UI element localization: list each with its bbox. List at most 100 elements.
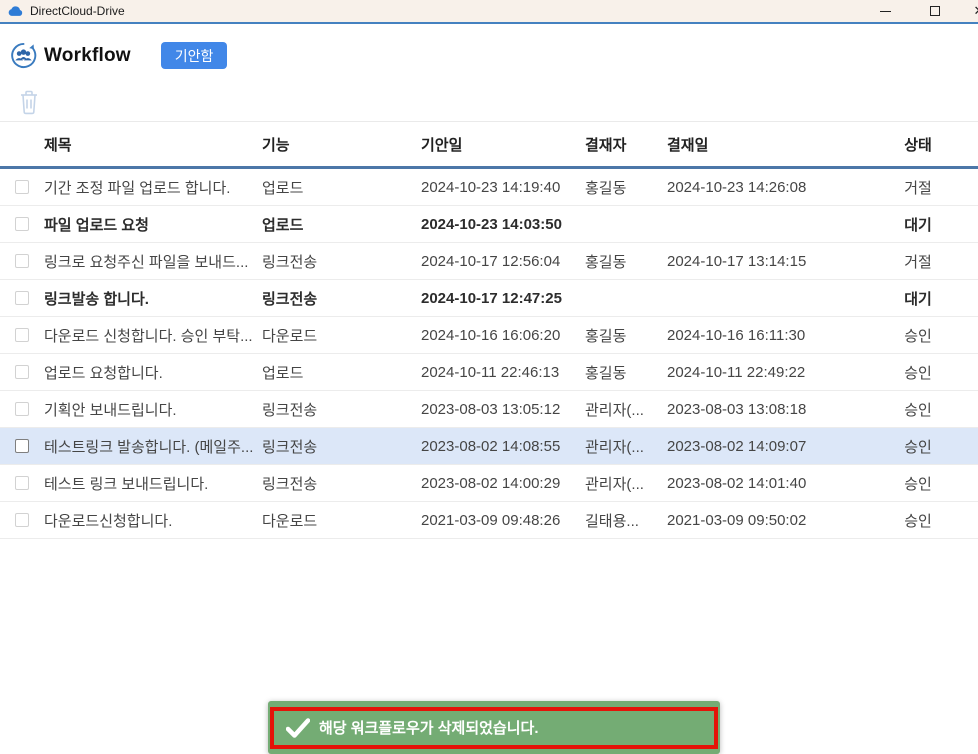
- row-title: 업로드 요청합니다.: [44, 362, 262, 383]
- table-row[interactable]: 기간 조정 파일 업로드 합니다. 업로드 2024-10-23 14:19:4…: [0, 169, 978, 206]
- row-draft-date: 2021-03-09 09:48:26: [421, 512, 585, 529]
- row-checkbox-cell: [0, 254, 44, 268]
- row-title: 테스트링크 발송합니다. (메일주...: [44, 436, 262, 457]
- page-header: Workflow 기안함: [10, 42, 227, 69]
- minimize-icon: [880, 11, 891, 12]
- row-checkbox[interactable]: [15, 476, 29, 490]
- row-title: 링크로 요청주신 파일을 보내드...: [44, 251, 262, 272]
- row-draft-date: 2024-10-17 12:47:25: [421, 290, 585, 307]
- row-title: 링크발송 합니다.: [44, 288, 262, 309]
- row-approver: 홍길동: [585, 362, 667, 383]
- row-checkbox[interactable]: [15, 217, 29, 231]
- toast-message: 해당 워크플로우가 삭제되었습니다.: [319, 717, 539, 738]
- row-draft-date: 2024-10-11 22:46:13: [421, 364, 585, 381]
- row-approval-date: 2024-10-16 16:11:30: [667, 327, 870, 344]
- close-button[interactable]: ✕: [964, 0, 978, 22]
- row-title: 기획안 보내드립니다.: [44, 399, 262, 420]
- row-checkbox[interactable]: [15, 439, 29, 453]
- app-cloud-icon: [8, 5, 23, 17]
- row-checkbox-cell: [0, 402, 44, 416]
- table-row[interactable]: 다운로드 신청합니다. 승인 부탁... 다운로드 2024-10-16 16:…: [0, 317, 978, 354]
- column-header-draft-date: 기안일: [421, 134, 585, 155]
- column-header-status: 상태: [870, 134, 978, 155]
- column-header-title: 제목: [44, 134, 262, 155]
- close-icon: ✕: [974, 3, 978, 19]
- row-checkbox[interactable]: [15, 180, 29, 194]
- row-function: 링크전송: [262, 251, 421, 272]
- row-checkbox[interactable]: [15, 402, 29, 416]
- row-function: 링크전송: [262, 288, 421, 309]
- maximize-icon: [930, 6, 940, 16]
- row-status: 거절: [870, 251, 978, 272]
- row-checkbox-cell: [0, 513, 44, 527]
- row-status: 승인: [870, 510, 978, 531]
- row-status: 승인: [870, 362, 978, 383]
- titlebar: DirectCloud-Drive ✕: [0, 0, 978, 24]
- row-function: 다운로드: [262, 325, 421, 346]
- row-status: 승인: [870, 436, 978, 457]
- row-status: 승인: [870, 473, 978, 494]
- row-function: 업로드: [262, 177, 421, 198]
- workflow-icon: [10, 42, 37, 69]
- row-draft-date: 2023-08-02 14:00:29: [421, 475, 585, 492]
- row-approval-date: 2021-03-09 09:50:02: [667, 512, 870, 529]
- row-approver: 관리자(...: [585, 399, 667, 420]
- toast-notification: 해당 워크플로우가 삭제되었습니다.: [268, 701, 720, 754]
- row-title: 테스트 링크 보내드립니다.: [44, 473, 262, 494]
- row-approver: 관리자(...: [585, 473, 667, 494]
- table-row[interactable]: 다운로드신청합니다. 다운로드 2021-03-09 09:48:26 길태용.…: [0, 502, 978, 539]
- row-approver: 홍길동: [585, 251, 667, 272]
- row-approver: 길태용...: [585, 510, 667, 531]
- row-checkbox[interactable]: [15, 254, 29, 268]
- trash-icon: [17, 88, 41, 115]
- row-checkbox-cell: [0, 180, 44, 194]
- row-function: 업로드: [262, 214, 421, 235]
- row-title: 다운로드 신청합니다. 승인 부탁...: [44, 325, 262, 346]
- draftbox-button[interactable]: 기안함: [161, 42, 228, 69]
- row-approval-date: 2023-08-03 13:08:18: [667, 401, 870, 418]
- row-function: 링크전송: [262, 436, 421, 457]
- row-draft-date: 2023-08-03 13:05:12: [421, 401, 585, 418]
- page-title: Workflow: [44, 45, 131, 67]
- check-icon: [286, 718, 310, 738]
- row-checkbox[interactable]: [15, 513, 29, 527]
- row-title: 기간 조정 파일 업로드 합니다.: [44, 177, 262, 198]
- row-checkbox[interactable]: [15, 291, 29, 305]
- row-checkbox-cell: [0, 217, 44, 231]
- row-checkbox-cell: [0, 476, 44, 490]
- table-row[interactable]: 링크발송 합니다. 링크전송 2024-10-17 12:47:25 대기: [0, 280, 978, 317]
- row-draft-date: 2024-10-23 14:03:50: [421, 216, 585, 233]
- row-checkbox[interactable]: [15, 365, 29, 379]
- row-checkbox-cell: [0, 328, 44, 342]
- column-header-approver: 결재자: [585, 134, 667, 155]
- table-row[interactable]: 테스트 링크 보내드립니다. 링크전송 2023-08-02 14:00:29 …: [0, 465, 978, 502]
- row-approver: 관리자(...: [585, 436, 667, 457]
- row-title: 파일 업로드 요청: [44, 214, 262, 235]
- table-header: 제목 기능 기안일 결재자 결재일 상태: [0, 121, 978, 169]
- table-row[interactable]: 기획안 보내드립니다. 링크전송 2023-08-03 13:05:12 관리자…: [0, 391, 978, 428]
- row-function: 업로드: [262, 362, 421, 383]
- maximize-button[interactable]: [920, 0, 950, 22]
- row-checkbox[interactable]: [15, 328, 29, 342]
- row-approval-date: 2024-10-23 14:26:08: [667, 179, 870, 196]
- row-approval-date: 2024-10-17 13:14:15: [667, 253, 870, 270]
- row-function: 다운로드: [262, 510, 421, 531]
- table-row[interactable]: 테스트링크 발송합니다. (메일주... 링크전송 2023-08-02 14:…: [0, 428, 978, 465]
- row-function: 링크전송: [262, 399, 421, 420]
- table-row[interactable]: 업로드 요청합니다. 업로드 2024-10-11 22:46:13 홍길동 2…: [0, 354, 978, 391]
- table-row[interactable]: 링크로 요청주신 파일을 보내드... 링크전송 2024-10-17 12:5…: [0, 243, 978, 280]
- row-status: 승인: [870, 399, 978, 420]
- row-status: 승인: [870, 325, 978, 346]
- row-approval-date: 2024-10-11 22:49:22: [667, 364, 870, 381]
- row-approver: 홍길동: [585, 325, 667, 346]
- row-draft-date: 2023-08-02 14:08:55: [421, 438, 585, 455]
- row-approval-date: 2023-08-02 14:09:07: [667, 438, 870, 455]
- table-row[interactable]: 파일 업로드 요청 업로드 2024-10-23 14:03:50 대기: [0, 206, 978, 243]
- row-approver: 홍길동: [585, 177, 667, 198]
- row-checkbox-cell: [0, 365, 44, 379]
- delete-trash-button[interactable]: [15, 88, 43, 116]
- table-body: 기간 조정 파일 업로드 합니다. 업로드 2024-10-23 14:19:4…: [0, 169, 978, 539]
- row-function: 링크전송: [262, 473, 421, 494]
- minimize-button[interactable]: [870, 0, 900, 22]
- row-checkbox-cell: [0, 291, 44, 305]
